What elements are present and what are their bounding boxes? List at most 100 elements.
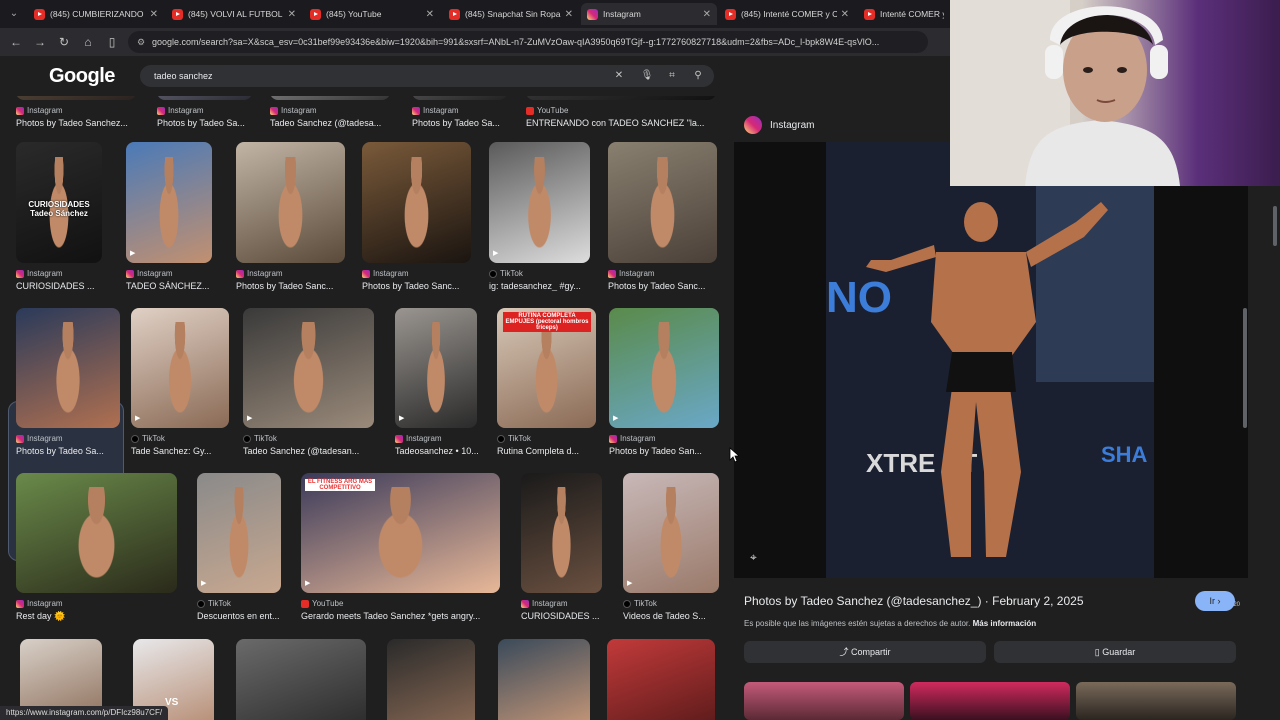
page-scrollbar[interactable] [1270, 186, 1280, 720]
google-logo[interactable]: Google [49, 65, 115, 88]
lens-icon[interactable]: ⌗ [663, 65, 681, 87]
result-title[interactable]: Photos by Tadeo Sanc... [608, 281, 727, 291]
result-thumbnail[interactable]: ▶ [126, 142, 212, 263]
result-title[interactable]: Tade Sanchez: Gy... [131, 446, 241, 456]
search-icon[interactable]: ⚲ [689, 65, 707, 87]
more-info-link[interactable]: Más información [973, 619, 1037, 628]
logo-text: Google [49, 65, 115, 87]
search-box[interactable]: ✕ 🎙 ⌗ ⚲ [140, 65, 714, 87]
result-title[interactable]: Photos by Tadeo Sa... [412, 118, 522, 128]
home-icon[interactable]: ⌂ [76, 35, 100, 49]
close-icon[interactable]: ✕ [150, 9, 158, 20]
save-button[interactable]: ▯ Guardar [994, 641, 1236, 663]
result-title[interactable]: ENTRENANDO con TADEO SANCHEZ "la... [526, 118, 726, 128]
close-icon[interactable]: ✕ [288, 9, 296, 20]
result-thumbnail[interactable] [607, 639, 715, 720]
result-thumbnail[interactable]: ▶ [197, 473, 281, 593]
result-thumbnail[interactable] [236, 142, 345, 263]
result-title[interactable]: Tadeo Sanchez (@tadesa... [270, 118, 400, 128]
clear-icon[interactable]: ✕ [610, 65, 628, 87]
result-thumbnail[interactable]: ▶ [243, 308, 374, 428]
result-title[interactable]: Tadeo Sanchez (@tadesan... [243, 446, 384, 456]
result-title[interactable]: Photos by Tadeo San... [609, 446, 729, 456]
tab-search-icon[interactable]: ⌄ [6, 6, 22, 22]
search-input[interactable] [154, 65, 604, 87]
reload-icon[interactable]: ↻ [52, 35, 76, 49]
result-title[interactable]: Rutina Completa d... [497, 446, 607, 456]
sidebar-icon[interactable]: ▯ [100, 35, 124, 49]
related-image[interactable] [744, 682, 904, 720]
page-scroll-thumb[interactable] [1273, 206, 1277, 246]
back-arrow-icon[interactable]: ← [4, 35, 28, 49]
panel-scroll-thumb[interactable] [1243, 308, 1247, 428]
result-thumbnail[interactable] [16, 308, 120, 428]
result-title[interactable]: Rest day 🌞 [16, 611, 187, 622]
result-title[interactable]: Photos by Tadeo Sa... [157, 118, 267, 128]
result-thumbnail[interactable]: ▶ [131, 308, 229, 428]
result-thumbnail[interactable]: ▶ [623, 473, 719, 593]
result-title[interactable]: TADEO SÁNCHEZ... [126, 281, 236, 291]
result-thumbnail[interactable]: CURIOSIDADES Tadeo Sánchez [16, 142, 102, 263]
related-image[interactable] [1076, 682, 1236, 720]
browser-tab[interactable]: (845) CUMBIERIZANDO a ✕ [28, 3, 164, 25]
panel-source[interactable]: Instagram [744, 116, 814, 134]
result-thumbnail[interactable] [608, 142, 717, 263]
result-title[interactable]: CURIOSIDADES ... [521, 611, 631, 621]
result-thumbnail[interactable] [236, 639, 366, 720]
result-title[interactable]: Tadeosanchez • 10... [395, 446, 505, 456]
url-field[interactable]: ⚙ google.com/search?sa=X&sca_esv=0c31bef… [128, 31, 928, 53]
tiktok-icon [623, 599, 631, 608]
result-thumbnail[interactable] [157, 96, 252, 100]
result-title[interactable]: ig: tadesanchez_ #gy... [489, 281, 600, 291]
preview-image[interactable]: NO XTRE HT SHA ⌖ 1.440 × 1.820 [734, 142, 1248, 608]
bookmark-icon: ▯ [1094, 647, 1100, 657]
result-title[interactable]: Photos by Tadeo Sa... [16, 446, 130, 456]
source-label: Instagram [27, 434, 63, 443]
browser-tab[interactable]: (845) VOLVI AL FUTBOL D ✕ [166, 3, 302, 25]
microphone-icon[interactable]: 🎙 [638, 65, 656, 87]
related-image[interactable] [910, 682, 1070, 720]
result-title[interactable]: Photos by Tadeo Sanchez... [16, 118, 146, 128]
result-thumbnail[interactable]: ▶ [489, 142, 590, 263]
result-thumbnail[interactable]: ▶ EL FITNESS ARG MAS COMPETITIVO [301, 473, 500, 593]
result-thumbnail[interactable] [270, 96, 390, 100]
result-title[interactable]: Gerardo meets Tadeo Sanchez *gets angry.… [301, 611, 510, 621]
result-title[interactable]: Photos by Tadeo Sanc... [236, 281, 355, 291]
share-button[interactable]: ⤴ Compartir [744, 641, 986, 663]
result-title[interactable]: CURIOSIDADES ... [16, 281, 126, 291]
person-figure [222, 487, 256, 593]
result-title[interactable]: Videos de Tadeo S... [623, 611, 733, 621]
result-title[interactable]: Descuentos en ent... [197, 611, 307, 621]
browser-tab[interactable]: Intenté COMER y C [858, 3, 950, 25]
forward-arrow-icon[interactable]: → [28, 35, 52, 49]
visit-button[interactable]: Ir › [1195, 591, 1235, 611]
close-icon[interactable]: ✕ [426, 9, 434, 20]
lens-search-icon[interactable]: ⌖ [750, 550, 764, 564]
result-title[interactable]: Photos by Tadeo Sanc... [362, 281, 481, 291]
result-thumbnail[interactable] [362, 142, 471, 263]
thumbnail-caption: EL FITNESS ARG MAS COMPETITIVO [305, 479, 375, 491]
site-info-icon[interactable]: ⚙ [137, 31, 145, 53]
result-thumbnail[interactable] [498, 639, 590, 720]
result-thumbnail[interactable] [16, 473, 177, 593]
close-icon[interactable]: ✕ [703, 9, 711, 20]
source-label: Instagram [168, 106, 204, 115]
result-thumbnail[interactable]: ▶ [609, 308, 719, 428]
browser-tab[interactable]: (845) YouTube ✕ [304, 3, 440, 25]
result-thumbnail[interactable] [521, 473, 602, 593]
close-icon[interactable]: ✕ [565, 9, 573, 20]
result-thumbnail[interactable] [412, 96, 507, 100]
result-thumbnail[interactable] [387, 639, 475, 720]
panel-scrollbar[interactable] [1242, 108, 1248, 720]
result-thumbnail[interactable] [526, 96, 716, 100]
result-thumbnail[interactable]: RUTINA COMPLETA EMPUJES (pectoral hombro… [497, 308, 596, 428]
result-thumbnail[interactable] [16, 96, 136, 100]
tab-title: (845) Snapchat Sin Ropa [465, 9, 561, 19]
preview-title[interactable]: Photos by Tadeo Sanchez (@tadesanchez_) … [744, 594, 1084, 608]
close-icon[interactable]: ✕ [841, 9, 849, 20]
browser-tab-active[interactable]: Instagram ✕ [581, 3, 717, 25]
result-thumbnail[interactable]: ▶ [395, 308, 477, 428]
browser-tab[interactable]: (845) Snapchat Sin Ropa ✕ [443, 3, 579, 25]
browser-tab[interactable]: (845) Intenté COMER y C ✕ [719, 3, 855, 25]
link-status-bar: https://www.instagram.com/p/DFIcz98u7CF/ [0, 706, 169, 720]
